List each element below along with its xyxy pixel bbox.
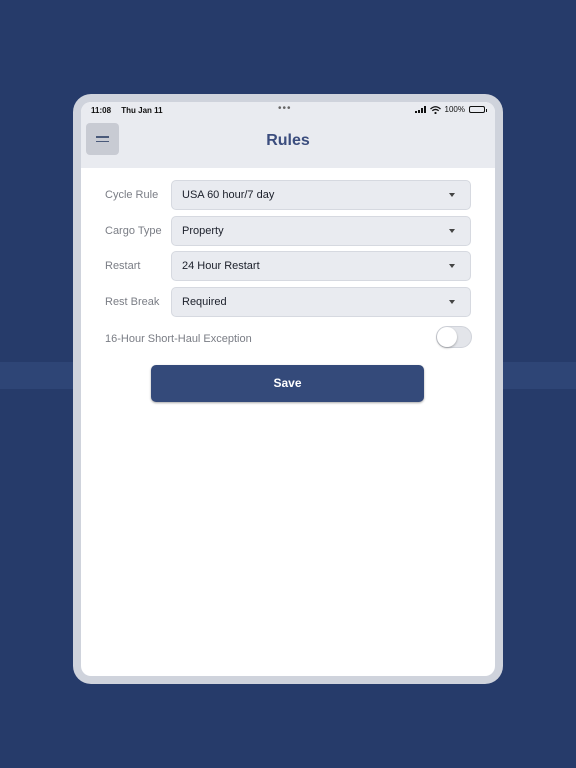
status-indicators: 100%: [414, 105, 487, 114]
short-haul-row: 16-Hour Short-Haul Exception: [81, 322, 495, 358]
chevron-down-icon: [449, 228, 455, 233]
chevron-down-icon: [449, 193, 455, 197]
status-time-date: 11:08 Thu Jan 11: [91, 106, 171, 115]
cargo-type-row: Cargo Type Property: [81, 215, 495, 252]
rules-form: Cycle Rule USA 60 hour/7 day Cargo Type …: [81, 180, 495, 358]
cellular-signal-icon: [414, 106, 426, 113]
app-screen: 11:08 Thu Jan 11 ••• 100% Rules Cycle Ru…: [81, 102, 495, 676]
cycle-rule-label: Cycle Rule: [105, 189, 159, 201]
cargo-type-select[interactable]: Property: [171, 215, 471, 246]
restart-row: Restart 24 Hour Restart: [81, 251, 495, 287]
status-time: 11:08: [91, 106, 112, 115]
cycle-rule-select[interactable]: USA 60 hour/7 day: [171, 180, 471, 210]
wifi-icon: [429, 105, 441, 114]
rest-break-row: Rest Break Required: [81, 286, 495, 323]
restart-select[interactable]: 24 Hour Restart: [171, 251, 471, 281]
rest-break-label: Rest Break: [105, 295, 160, 308]
chevron-down-icon: [449, 264, 455, 268]
nav-bar: Rules: [81, 120, 495, 168]
short-haul-toggle[interactable]: [436, 326, 472, 348]
rest-break-value: Required: [182, 295, 227, 308]
restart-label: Restart: [105, 260, 141, 272]
save-button[interactable]: Save: [151, 365, 424, 402]
chevron-down-icon: [449, 299, 455, 304]
cargo-type-label: Cargo Type: [105, 224, 162, 237]
status-date: Thu Jan 11: [121, 106, 163, 115]
restart-value: 24 Hour Restart: [182, 260, 260, 272]
page-title: Rules: [266, 132, 310, 149]
battery-icon: [469, 106, 487, 113]
multitask-dots[interactable]: •••: [278, 103, 292, 114]
status-bar: 11:08 Thu Jan 11 ••• 100%: [81, 102, 495, 120]
cycle-rule-row: Cycle Rule USA 60 hour/7 day: [81, 180, 495, 216]
battery-percent: 100%: [444, 105, 465, 114]
tablet-frame: 11:08 Thu Jan 11 ••• 100% Rules Cycle Ru…: [73, 94, 503, 684]
cargo-type-value: Property: [182, 224, 224, 237]
short-haul-label: 16-Hour Short-Haul Exception: [105, 333, 252, 345]
cycle-rule-value: USA 60 hour/7 day: [182, 189, 275, 201]
toggle-knob: [437, 327, 457, 347]
rest-break-select[interactable]: Required: [171, 286, 471, 317]
